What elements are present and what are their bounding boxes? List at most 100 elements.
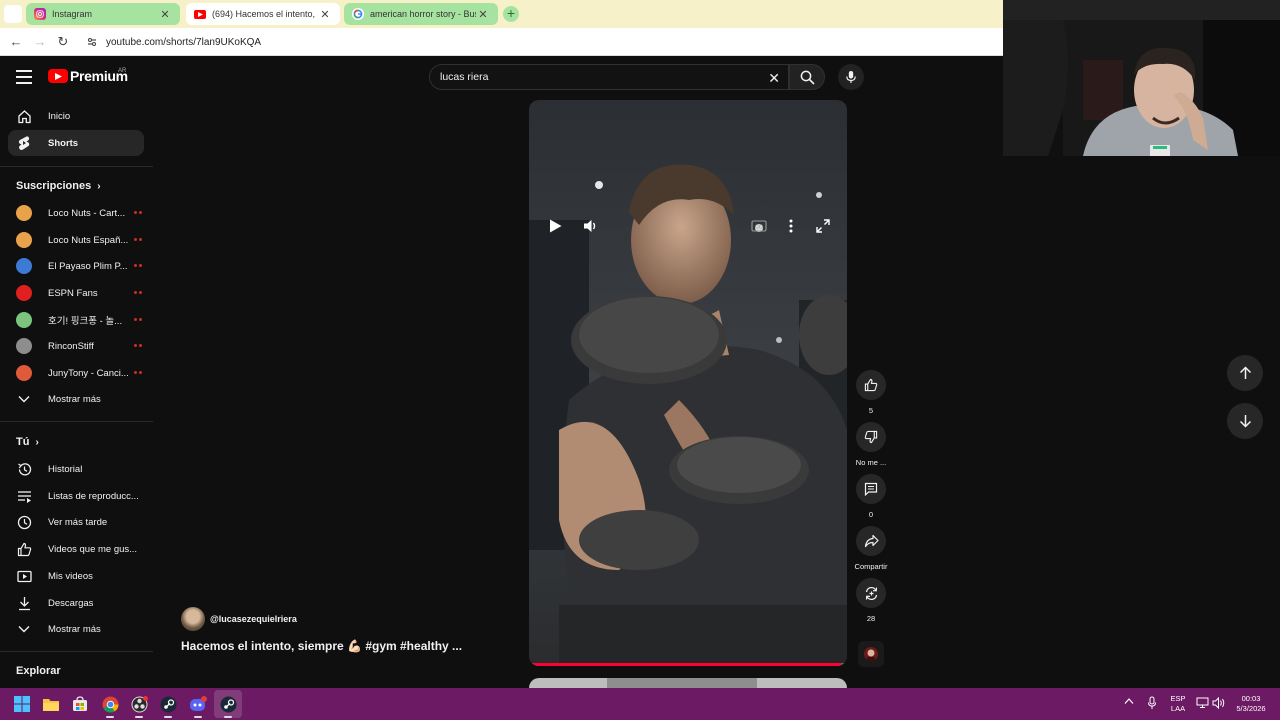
search-input[interactable]: lucas riera ✕ bbox=[429, 64, 789, 90]
sidebar-item-label: Mostrar más bbox=[48, 393, 101, 405]
sidebar-subscription[interactable]: RinconStiff bbox=[8, 333, 144, 359]
file-explorer-icon[interactable] bbox=[41, 694, 61, 714]
channel-avatar bbox=[16, 258, 32, 274]
share-icon bbox=[864, 534, 879, 548]
chrome-icon[interactable] bbox=[100, 694, 120, 718]
dislike-button[interactable] bbox=[856, 422, 886, 452]
live-dot-icon bbox=[134, 209, 144, 217]
close-icon[interactable]: ✕ bbox=[318, 8, 332, 21]
youtube-logo[interactable]: Premium bbox=[48, 68, 128, 84]
liked-videos-icon bbox=[16, 541, 32, 557]
captions-icon: CC bbox=[751, 220, 767, 232]
sidebar-subscription[interactable]: 호기! 핑크퐁 - 놀... bbox=[8, 307, 144, 333]
show-more-subscriptions[interactable]: Mostrar más bbox=[8, 386, 144, 412]
sidebar-subscription[interactable]: Loco Nuts - Cart... bbox=[8, 200, 144, 226]
previous-short-button[interactable] bbox=[1227, 355, 1263, 391]
sidebar-divider bbox=[0, 651, 153, 652]
show-more-you[interactable]: Mostrar más bbox=[8, 616, 144, 642]
section-title: Suscripciones bbox=[16, 180, 92, 192]
sidebar-subscription[interactable]: JunyTony - Canci... bbox=[8, 360, 144, 386]
fullscreen-button[interactable] bbox=[814, 217, 832, 235]
sidebar-item-shorts[interactable]: Shorts bbox=[8, 130, 144, 156]
sidebar-item-watch-later[interactable]: Ver más tarde bbox=[8, 509, 144, 535]
captions-button[interactable]: CC bbox=[750, 217, 768, 235]
history-icon bbox=[16, 461, 32, 477]
tray-chevron-up-icon[interactable] bbox=[1124, 697, 1134, 705]
keyboard-layout: LAA bbox=[1170, 704, 1186, 713]
live-dot-icon bbox=[134, 369, 144, 377]
forward-icon[interactable]: → bbox=[32, 34, 48, 50]
sidebar-item-label: Ver más tarde bbox=[48, 516, 108, 528]
you-heading[interactable]: Tú › bbox=[16, 436, 39, 448]
voice-search-button[interactable] bbox=[838, 64, 864, 90]
sidebar-item-label: Mis videos bbox=[48, 570, 93, 582]
sidebar-item-historial[interactable]: Historial bbox=[8, 456, 144, 482]
next-short-button[interactable] bbox=[1227, 403, 1263, 439]
back-icon[interactable]: ← bbox=[8, 34, 24, 50]
windows-taskbar: ESP LAA 00:03 5/3/2026 bbox=[0, 688, 1280, 720]
like-count: 5 bbox=[868, 406, 874, 415]
audio-track-thumbnail[interactable] bbox=[858, 641, 884, 667]
steam-active-icon[interactable] bbox=[218, 694, 238, 718]
channel-avatar[interactable] bbox=[181, 607, 205, 631]
microsoft-store-icon[interactable] bbox=[70, 694, 90, 714]
sidebar-item-my-videos[interactable]: Mis videos bbox=[8, 563, 144, 589]
share-button[interactable] bbox=[856, 526, 886, 556]
close-icon[interactable]: ✕ bbox=[476, 8, 490, 21]
language-code: ESP bbox=[1170, 694, 1186, 703]
tab-youtube[interactable]: (694) Hacemos el intento, siem ✕ bbox=[186, 3, 340, 25]
sidebar-item-inicio[interactable]: Inicio bbox=[8, 103, 144, 129]
network-icon[interactable] bbox=[1196, 697, 1209, 709]
video-progress-bar[interactable] bbox=[529, 663, 847, 666]
language-indicator[interactable]: ESP LAA bbox=[1166, 694, 1190, 714]
obs-icon[interactable] bbox=[129, 694, 149, 718]
menu-icon[interactable] bbox=[16, 70, 32, 84]
short-title[interactable]: Hacemos el intento, siempre 💪🏻 #gym #hea… bbox=[181, 639, 462, 653]
shorts-icon bbox=[16, 135, 32, 151]
sidebar-item-label: Mostrar más bbox=[48, 623, 101, 635]
thumbs-down-icon bbox=[864, 430, 878, 444]
subscriptions-heading[interactable]: Suscripciones › bbox=[16, 180, 101, 192]
sidebar-item-label: Descargas bbox=[48, 597, 94, 609]
chevron-right-icon: › bbox=[35, 436, 39, 448]
sidebar-item-label: Videos que me gus... bbox=[48, 543, 138, 555]
play-button[interactable] bbox=[546, 217, 564, 235]
tray-microphone-icon[interactable] bbox=[1147, 696, 1157, 710]
tab-search-button[interactable] bbox=[4, 5, 22, 23]
search-button[interactable] bbox=[789, 64, 825, 90]
tab-instagram[interactable]: Instagram ✕ bbox=[26, 3, 180, 25]
sidebar-item-label: Inicio bbox=[48, 110, 71, 122]
sidebar-subscription[interactable]: ESPN Fans bbox=[8, 280, 144, 306]
volume-button[interactable] bbox=[582, 217, 600, 235]
sidebar-item-label: JunyTony - Canci... bbox=[48, 367, 129, 379]
close-icon[interactable]: ✕ bbox=[158, 8, 172, 21]
speaker-icon[interactable] bbox=[1212, 697, 1226, 709]
sidebar-item-label: Shorts bbox=[48, 137, 79, 149]
discord-icon[interactable] bbox=[188, 694, 208, 718]
sidebar-subscription[interactable]: Loco Nuts Españ... bbox=[8, 227, 144, 253]
sidebar-item-playlists[interactable]: Listas de reproducc... bbox=[8, 483, 144, 509]
clear-search-icon[interactable]: ✕ bbox=[768, 70, 780, 87]
channel-name[interactable]: @lucasezequielriera bbox=[210, 614, 297, 624]
windows-start-icon[interactable] bbox=[12, 694, 32, 714]
new-tab-button[interactable]: + bbox=[503, 6, 519, 22]
tab-title: (694) Hacemos el intento, siem bbox=[212, 9, 318, 19]
live-dot-icon bbox=[134, 342, 144, 350]
share-label: Compartir bbox=[854, 562, 888, 571]
site-info-icon[interactable] bbox=[86, 36, 98, 48]
short-video-player[interactable]: CC bbox=[529, 100, 847, 666]
play-icon bbox=[549, 219, 561, 233]
like-button[interactable] bbox=[856, 370, 886, 400]
steam-icon[interactable] bbox=[158, 694, 178, 718]
reload-icon[interactable]: ↻ bbox=[55, 34, 71, 50]
clock[interactable]: 00:03 5/3/2026 bbox=[1230, 694, 1272, 714]
tab-google[interactable]: american horror story - Buscar ✕ bbox=[344, 3, 498, 25]
comments-button[interactable] bbox=[856, 474, 886, 504]
more-options-button[interactable] bbox=[782, 217, 800, 235]
sidebar-item-downloads[interactable]: Descargas bbox=[8, 590, 144, 616]
sidebar-subscription[interactable]: El Payaso Plim P... bbox=[8, 253, 144, 279]
more-vertical-icon bbox=[789, 219, 793, 233]
remix-button[interactable] bbox=[856, 578, 886, 608]
sidebar-item-liked-videos[interactable]: Videos que me gus... bbox=[8, 536, 144, 562]
sidebar-divider bbox=[0, 421, 153, 422]
